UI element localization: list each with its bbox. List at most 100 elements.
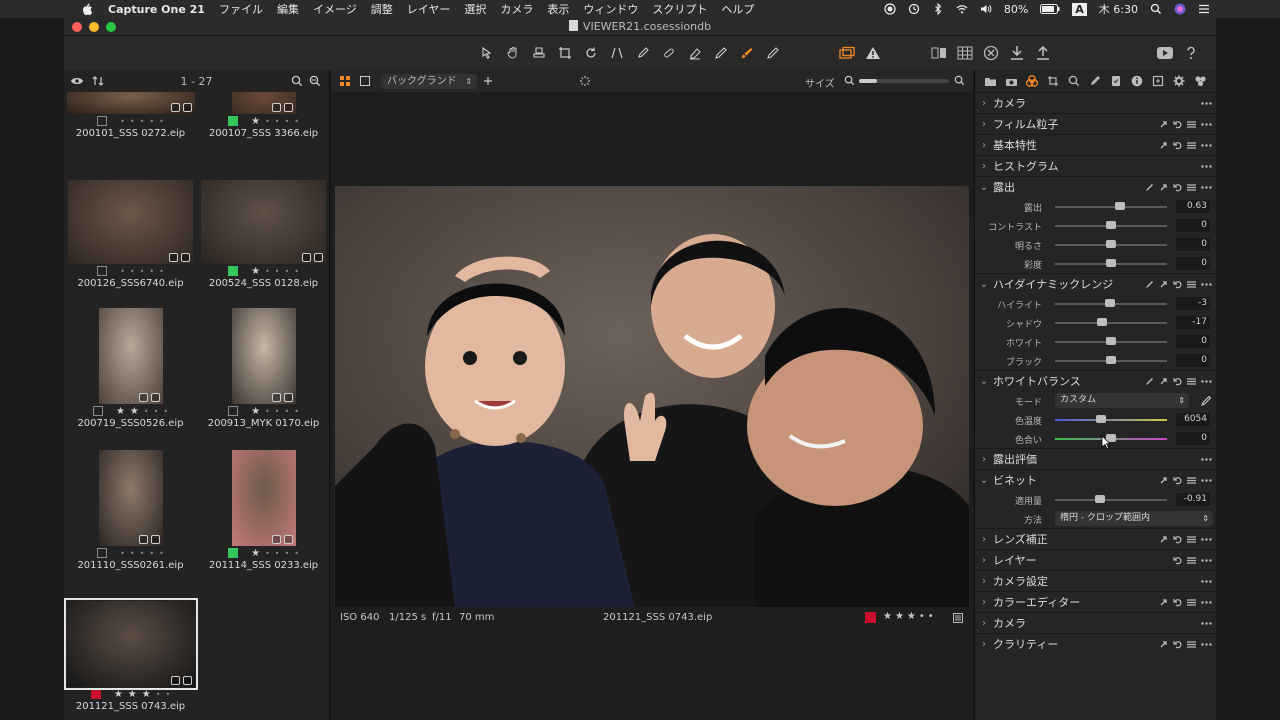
more-icon[interactable] xyxy=(1201,376,1212,385)
color-tag[interactable] xyxy=(865,612,876,623)
exposure-warning-button[interactable] xyxy=(860,44,886,62)
menu-view[interactable]: 表示 xyxy=(547,1,569,17)
chevron-right-icon[interactable]: › xyxy=(975,555,993,566)
copy-apply-icon[interactable] xyxy=(1159,475,1168,484)
star-empty-icon[interactable]: • xyxy=(156,690,161,699)
star-empty-icon[interactable]: • xyxy=(265,117,270,126)
presets-icon[interactable] xyxy=(1187,376,1196,385)
settings-tab-icon[interactable] xyxy=(1172,74,1186,88)
details-tab-icon[interactable] xyxy=(1067,74,1081,88)
reset-button[interactable] xyxy=(978,44,1004,62)
star-filled-icon[interactable]: ★ xyxy=(251,406,260,417)
chevron-right-icon[interactable]: › xyxy=(975,454,993,465)
star-filled-icon[interactable]: ★ xyxy=(128,689,137,700)
thumbnail-rating[interactable]: • • • • • xyxy=(64,546,197,560)
tool-section-histogram[interactable]: › ヒストグラム xyxy=(975,155,1216,176)
chevron-down-icon[interactable]: ⌄ xyxy=(975,475,993,486)
copy-apply-icon[interactable] xyxy=(1159,182,1168,191)
thumbnail-item[interactable]: • • • • • 200101_SSS 0272.eip xyxy=(64,92,197,139)
crop-tool-button[interactable] xyxy=(552,44,578,62)
color-label-box[interactable] xyxy=(228,266,239,276)
thumbnail-image[interactable] xyxy=(231,92,296,114)
slider-knob[interactable] xyxy=(1106,240,1116,248)
pan-tool-button[interactable] xyxy=(500,44,526,62)
thumbnail-image[interactable] xyxy=(98,450,163,546)
metadata-tab-icon[interactable] xyxy=(1130,74,1144,88)
tool-section-color-editor[interactable]: › カラーエディター xyxy=(975,591,1216,612)
output-tab-icon[interactable] xyxy=(1151,74,1165,88)
zoom-icon[interactable] xyxy=(309,75,321,87)
star-empty-icon[interactable]: • xyxy=(144,407,149,416)
brush-tool-button[interactable] xyxy=(734,44,760,62)
thumbnail-image[interactable] xyxy=(201,180,326,264)
wb-mode-select[interactable]: カスタム ⇕ xyxy=(1055,393,1189,408)
copy-apply-icon[interactable] xyxy=(1159,534,1168,543)
chevron-right-icon[interactable]: › xyxy=(975,161,993,172)
slider-knob[interactable] xyxy=(1106,259,1116,267)
star-empty-icon[interactable]: • xyxy=(140,267,145,276)
copy-apply-icon[interactable] xyxy=(1159,376,1168,385)
presets-icon[interactable] xyxy=(1187,475,1196,484)
reset-icon[interactable] xyxy=(1173,534,1182,544)
chevron-right-icon[interactable]: › xyxy=(975,140,993,151)
thumbnail-item[interactable]: • • • • • 200126_SSS6740.eip xyxy=(64,180,197,289)
menu-camera[interactable]: カメラ xyxy=(500,1,533,17)
star-empty-icon[interactable]: • xyxy=(130,267,135,276)
slider-value-field[interactable]: 0.63 xyxy=(1176,200,1210,213)
color-label-box[interactable] xyxy=(97,548,108,558)
color-label-box[interactable] xyxy=(228,116,239,126)
apple-icon[interactable] xyxy=(80,2,94,16)
star-empty-icon[interactable]: • xyxy=(159,549,164,558)
copy-apply-icon[interactable] xyxy=(1159,279,1168,288)
picker-icon[interactable] xyxy=(1145,279,1154,288)
star-empty-icon[interactable]: • xyxy=(265,407,270,416)
star-empty-icon[interactable]: • xyxy=(265,549,270,558)
export-button[interactable] xyxy=(1030,44,1056,62)
star-empty-icon[interactable]: • xyxy=(294,117,299,126)
thumbnail-image[interactable] xyxy=(68,180,193,264)
presets-icon[interactable] xyxy=(1187,140,1196,149)
copy-apply-icon[interactable] xyxy=(1159,119,1168,128)
help-button[interactable] xyxy=(1178,44,1204,62)
slider-knob[interactable] xyxy=(1094,495,1105,503)
overlay-button[interactable] xyxy=(834,44,860,62)
star-empty-icon[interactable]: • xyxy=(130,549,135,558)
star-rating[interactable]: ★★★•• xyxy=(883,611,937,622)
reset-icon[interactable] xyxy=(1173,140,1182,150)
more-icon[interactable] xyxy=(1201,98,1212,107)
slider-value-field[interactable]: 0 xyxy=(1176,257,1210,270)
grid-button[interactable] xyxy=(952,44,978,62)
slider-value-field[interactable]: 0 xyxy=(1176,335,1210,348)
more-icon[interactable] xyxy=(1201,119,1212,128)
single-view-icon[interactable] xyxy=(359,75,371,87)
color-label-box[interactable] xyxy=(92,406,103,416)
chevron-right-icon[interactable]: › xyxy=(975,597,993,608)
star-empty-icon[interactable]: • xyxy=(275,117,280,126)
color-tab-icon[interactable] xyxy=(1025,74,1039,88)
tool-section-lens-correction[interactable]: › レンズ補正 xyxy=(975,528,1216,549)
presets-icon[interactable] xyxy=(1187,597,1196,606)
thumbnail-item[interactable]: ★ • • • • 200107_SSS 3366.eip xyxy=(197,92,329,139)
tool-section-layers[interactable]: › レイヤー xyxy=(975,549,1216,570)
adjustments-tab-icon[interactable] xyxy=(1109,74,1123,88)
tutorial-button[interactable] xyxy=(1152,44,1178,62)
vignette-method-select[interactable]: 楕円 - クロップ範囲内 ⇕ xyxy=(1055,511,1213,526)
star-empty-icon[interactable]: • xyxy=(120,117,125,126)
chevron-down-icon[interactable]: ⌄ xyxy=(975,376,993,387)
more-icon[interactable] xyxy=(1201,475,1212,484)
menu-help[interactable]: ヘルプ xyxy=(721,1,754,17)
thumbnail-item[interactable]: ★ ★ • • • 200719_SSS0526.eip xyxy=(64,308,197,429)
presets-icon[interactable] xyxy=(1187,534,1196,543)
chevron-right-icon[interactable]: › xyxy=(975,98,993,109)
chevron-right-icon[interactable]: › xyxy=(975,534,993,545)
slider-track[interactable] xyxy=(1055,322,1167,324)
main-photo[interactable] xyxy=(335,186,969,607)
more-icon[interactable] xyxy=(1201,639,1212,648)
slider-track[interactable] xyxy=(1055,499,1167,501)
star-empty-icon[interactable]: • xyxy=(140,549,145,558)
tool-section-film-grain[interactable]: › フィルム粒子 xyxy=(975,113,1216,134)
tool-section-exposure-evaluation[interactable]: › 露出評価 xyxy=(975,448,1216,469)
star-empty-icon[interactable]: • xyxy=(120,549,125,558)
import-button[interactable] xyxy=(1004,44,1030,62)
thumbnail-rating[interactable]: ★ • • • • xyxy=(197,264,329,278)
